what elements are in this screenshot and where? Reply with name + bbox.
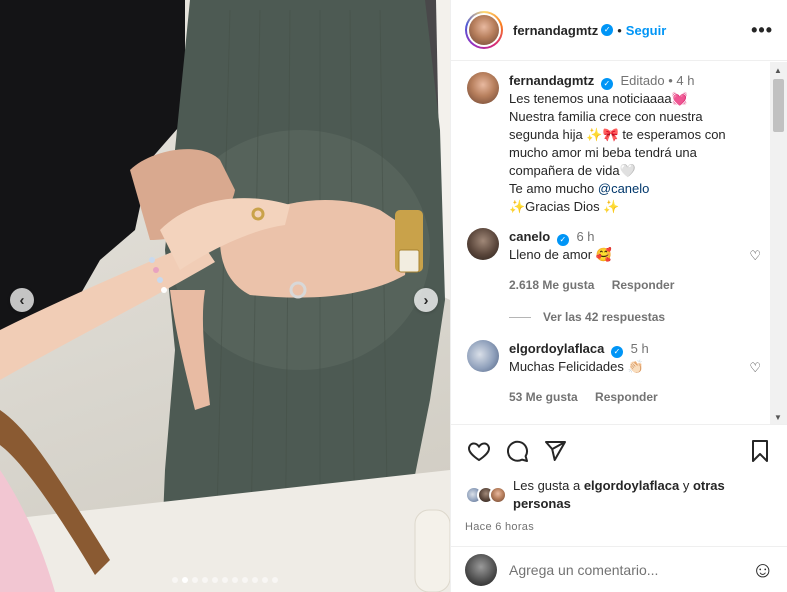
post-author[interactable]: fernandagmtz: [513, 23, 598, 38]
caption-line: mucho amor mi beba tendrá una: [509, 145, 697, 160]
comments-list[interactable]: fernandagmtz ✓ Editado • 4 h Les tenemos…: [451, 62, 771, 424]
comment-time: 5 h: [630, 341, 649, 356]
avatar[interactable]: [469, 15, 499, 45]
caption-line: segunda hija ✨🎀 te esperamos con: [509, 127, 726, 142]
carousel-dot: [192, 577, 198, 583]
divider: [509, 316, 531, 318]
comment-icon[interactable]: [503, 437, 531, 465]
replies-label: Ver las 42 respuestas: [543, 310, 666, 324]
likes-prefix: Les gusta a: [513, 478, 584, 493]
avatar[interactable]: [489, 486, 507, 504]
chevron-right-icon: ›: [423, 291, 429, 309]
carousel-dot: [232, 577, 238, 583]
carousel-indicator: [0, 577, 450, 583]
emoji-icon[interactable]: ☺: [752, 557, 774, 583]
comment-likes[interactable]: 53 Me gusta: [509, 390, 578, 404]
avatar[interactable]: [467, 340, 499, 372]
verified-icon: ✓: [611, 346, 623, 358]
caption-line: compañera de vida🤍: [509, 163, 636, 178]
post-photo[interactable]: ‹ ›: [0, 0, 450, 592]
comment-time: 6 h: [576, 229, 595, 244]
separator: •: [617, 22, 622, 38]
view-replies-button[interactable]: Ver las 42 respuestas: [509, 310, 771, 324]
verified-icon: ✓: [601, 24, 614, 36]
comment-text: Lleno de amor 🥰: [509, 247, 612, 262]
separator: •: [668, 73, 673, 88]
scrollbar[interactable]: ▲ ▼: [770, 62, 787, 424]
chevron-left-icon: ‹: [19, 291, 25, 309]
scroll-down-icon[interactable]: ▼: [774, 413, 782, 422]
scrollbar-thumb[interactable]: [773, 79, 784, 132]
comment-text: Muchas Felicidades 👏🏻: [509, 359, 644, 374]
likes-user-link[interactable]: elgordoylaflaca: [584, 478, 679, 493]
post-header: fernandagmtz ✓ • Seguir •••: [451, 0, 787, 61]
posted-time: Hace 6 horas: [465, 521, 535, 533]
carousel-dot: [262, 577, 268, 583]
caption-line: Nuestra familia crece con nuestra: [509, 109, 703, 124]
likes-summary: Les gusta a elgordoylaflaca y otras pers…: [465, 477, 774, 513]
comment-input[interactable]: [509, 561, 752, 578]
comment-item: elgordoylaflaca ✓ 5 h Muchas Felicidades…: [467, 340, 771, 406]
caption-line-mention: Te amo mucho @canelo: [509, 181, 650, 196]
likes-connector: y: [679, 478, 693, 493]
edited-label: Editado: [620, 73, 665, 88]
carousel-dot: [172, 577, 178, 583]
avatar[interactable]: [467, 228, 499, 260]
carousel-dot: [252, 577, 258, 583]
post-image: [0, 0, 450, 592]
carousel-dot: [272, 577, 278, 583]
reply-button[interactable]: Responder: [595, 390, 658, 404]
verified-icon: ✓: [600, 78, 613, 90]
carousel-next-button[interactable]: ›: [414, 288, 438, 312]
comment-author[interactable]: canelo: [509, 229, 550, 244]
story-ring[interactable]: [465, 11, 503, 49]
carousel-dot: [242, 577, 248, 583]
comment-author[interactable]: elgordoylaflaca: [509, 341, 604, 356]
heart-icon[interactable]: ♡: [749, 248, 761, 264]
caption-line: Les tenemos una noticiaaaa💓: [509, 91, 688, 106]
caption-author[interactable]: fernandagmtz: [509, 73, 594, 88]
verified-icon: ✓: [556, 234, 569, 246]
caption-line: ✨Gracias Dios ✨: [509, 199, 620, 214]
avatar[interactable]: [465, 553, 497, 586]
action-bar: [465, 437, 774, 465]
scroll-up-icon[interactable]: ▲: [774, 66, 782, 75]
comment-likes[interactable]: 2.618 Me gusta: [509, 278, 594, 292]
heart-icon[interactable]: [465, 437, 493, 465]
more-icon[interactable]: •••: [751, 20, 773, 41]
reply-button[interactable]: Responder: [612, 278, 675, 292]
avatar[interactable]: [467, 72, 499, 104]
post-actions-section: Les gusta a elgordoylaflaca y otras pers…: [451, 424, 787, 533]
carousel-dot: [202, 577, 208, 583]
save-icon[interactable]: [746, 437, 774, 465]
post-panel: fernandagmtz ✓ • Seguir ••• fernandagmtz…: [450, 0, 787, 592]
comment-item: canelo ✓ 6 h Lleno de amor 🥰 2.618 Me gu…: [467, 228, 771, 294]
share-icon[interactable]: [541, 437, 569, 465]
comment-form: ☺: [451, 546, 787, 592]
mention-link[interactable]: @canelo: [598, 181, 650, 196]
follow-button[interactable]: Seguir: [626, 23, 666, 38]
carousel-dot: [182, 577, 188, 583]
heart-icon[interactable]: ♡: [749, 360, 761, 376]
caption-time: 4 h: [676, 73, 695, 88]
post-caption: fernandagmtz ✓ Editado • 4 h Les tenemos…: [467, 72, 771, 216]
carousel-prev-button[interactable]: ‹: [10, 288, 34, 312]
carousel-dot: [222, 577, 228, 583]
carousel-dot: [212, 577, 218, 583]
